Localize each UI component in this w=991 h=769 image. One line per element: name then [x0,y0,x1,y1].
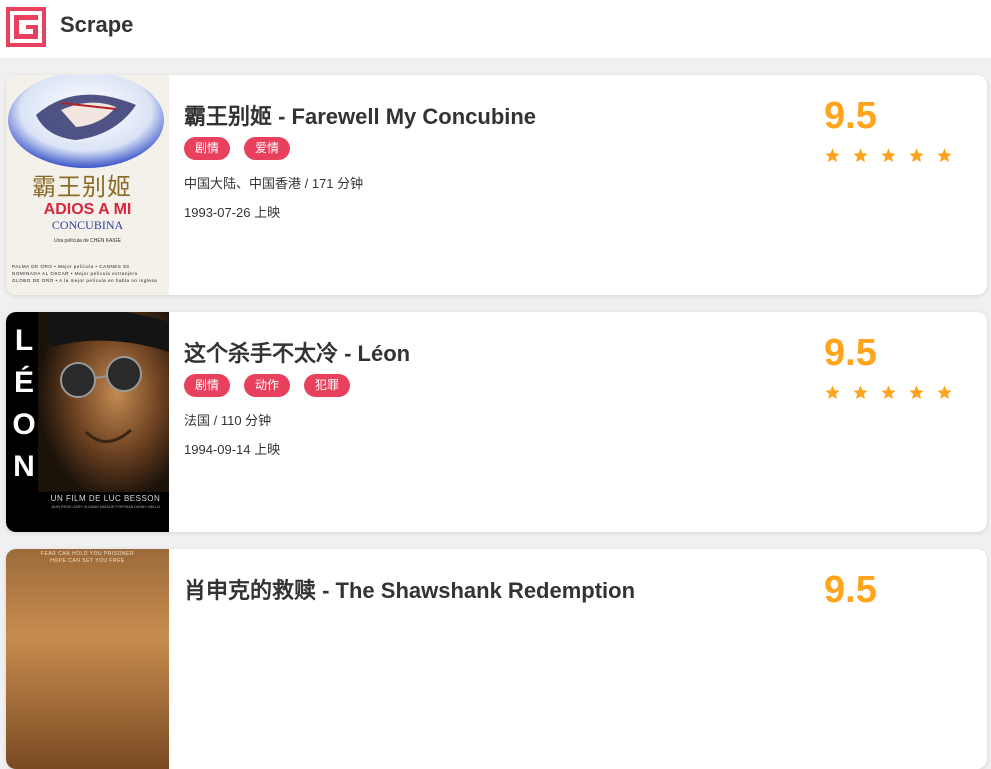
star-icon [881,385,896,400]
genre-tag[interactable]: 剧情 [184,137,231,160]
star-icon [937,385,952,400]
region-duration: 法国 / 110 分钟 [184,413,272,428]
release-date: 1994-09-14 上映 [184,442,281,457]
movie-card: FEAR CAN HOLD YOU PRISONER HOPE CAN SET … [6,549,987,769]
star-icon [909,148,924,163]
genre-tags: 剧情 爱情 [184,137,291,160]
star-icon [853,385,868,400]
movie-card: LÉON UN FILM DE LUC BESSON JEAN RENO GAR… [6,312,987,532]
genre-tag[interactable]: 犯罪 [304,374,351,397]
star-icon [937,148,952,163]
movie-title[interactable]: 这个杀手不太冷 - Léon [184,336,410,368]
genre-tag[interactable]: 剧情 [184,374,231,397]
movie-title[interactable]: 肖申克的救赎 - The Shawshank Redemption [184,573,635,605]
genre-tag[interactable]: 爱情 [244,137,291,160]
movie-poster[interactable]: 霸王别姬 ADIOS A MI CONCUBINA Una película d… [6,75,169,295]
poster-vertical-title: LÉON [12,324,36,483]
movie-poster[interactable]: LÉON UN FILM DE LUC BESSON JEAN RENO GAR… [6,312,169,532]
star-icon [909,385,924,400]
star-icon [825,148,840,163]
genre-tags: 剧情 动作 犯罪 [184,374,351,397]
genre-tag[interactable]: 动作 [244,374,291,397]
movie-title[interactable]: 霸王别姬 - Farewell My Concubine [184,99,536,131]
region-duration: 中国大陆、中国香港 / 171 分钟 [184,176,364,191]
score: 9.5 [824,332,877,374]
rating-stars [824,384,953,401]
top-nav: Scrape [0,0,991,58]
movie-poster[interactable]: FEAR CAN HOLD YOU PRISONER HOPE CAN SET … [6,549,169,769]
movie-card: 霸王别姬 ADIOS A MI CONCUBINA Una película d… [6,75,987,295]
star-icon [853,148,868,163]
release-date: 1993-07-26 上映 [184,205,281,220]
brand-name[interactable]: Scrape [60,12,133,38]
rating-stars [824,147,953,164]
star-icon [881,148,896,163]
score: 9.5 [824,569,877,611]
score: 9.5 [824,95,877,137]
star-icon [825,385,840,400]
scrape-logo-icon[interactable] [6,7,46,47]
